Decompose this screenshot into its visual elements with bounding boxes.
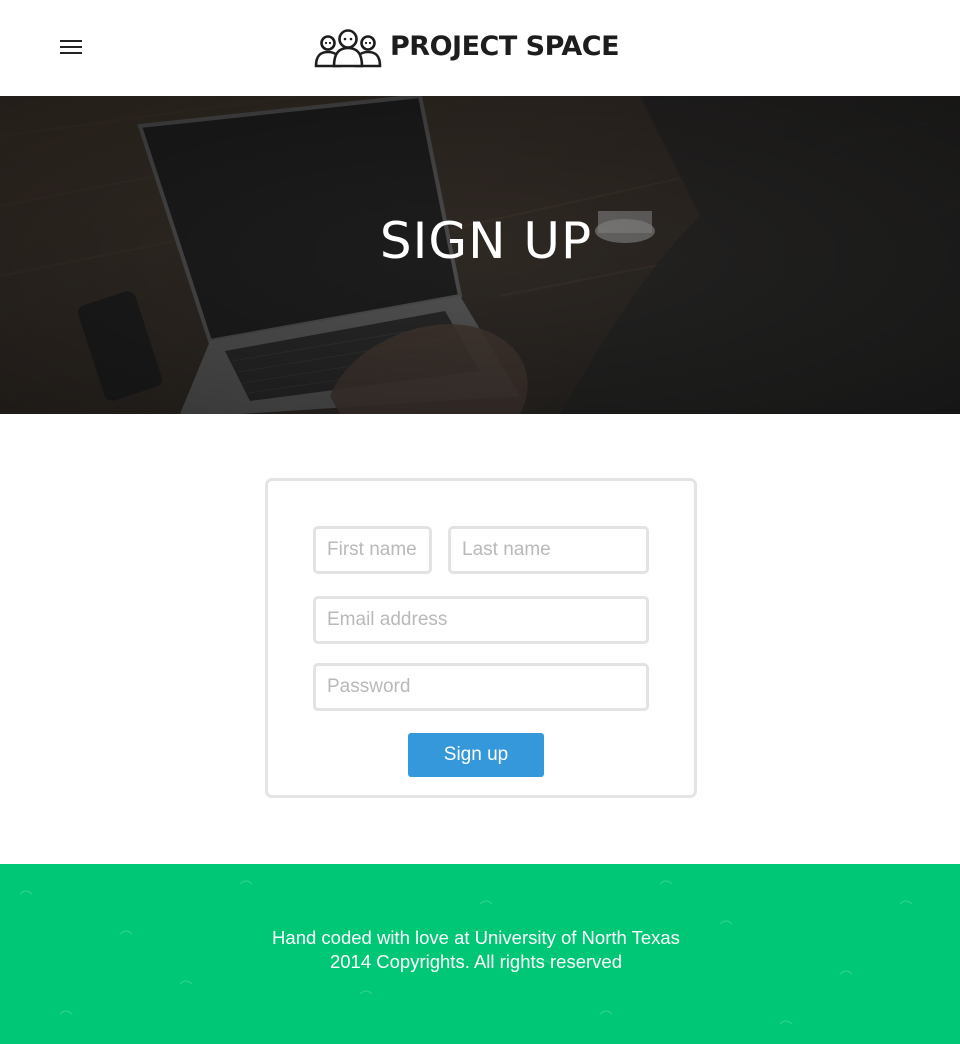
page-title: SIGN UP xyxy=(379,212,593,270)
site-header: PROJECT SPACE xyxy=(0,0,960,96)
footer-credits: Hand coded with love at University of No… xyxy=(0,926,952,974)
email-field[interactable] xyxy=(313,596,649,644)
people-group-icon xyxy=(314,29,382,68)
last-name-field[interactable] xyxy=(448,526,649,574)
logo-text: PROJECT SPACE xyxy=(390,31,620,62)
password-field[interactable] xyxy=(313,663,649,711)
hamburger-menu-icon[interactable] xyxy=(60,39,82,55)
menu-bar xyxy=(60,40,82,42)
menu-bar xyxy=(60,52,82,54)
menu-bar xyxy=(60,46,82,48)
site-logo[interactable]: PROJECT SPACE xyxy=(314,26,620,68)
sign-up-button[interactable]: Sign up xyxy=(408,733,544,777)
footer-line-1: Hand coded with love at University of No… xyxy=(272,927,680,948)
first-name-field[interactable] xyxy=(313,526,432,574)
footer-line-2: 2014 Copyrights. All rights reserved xyxy=(329,951,623,972)
hero-banner: SIGN UP xyxy=(0,96,960,414)
site-footer: Hand coded with love at University of No… xyxy=(0,864,960,1044)
